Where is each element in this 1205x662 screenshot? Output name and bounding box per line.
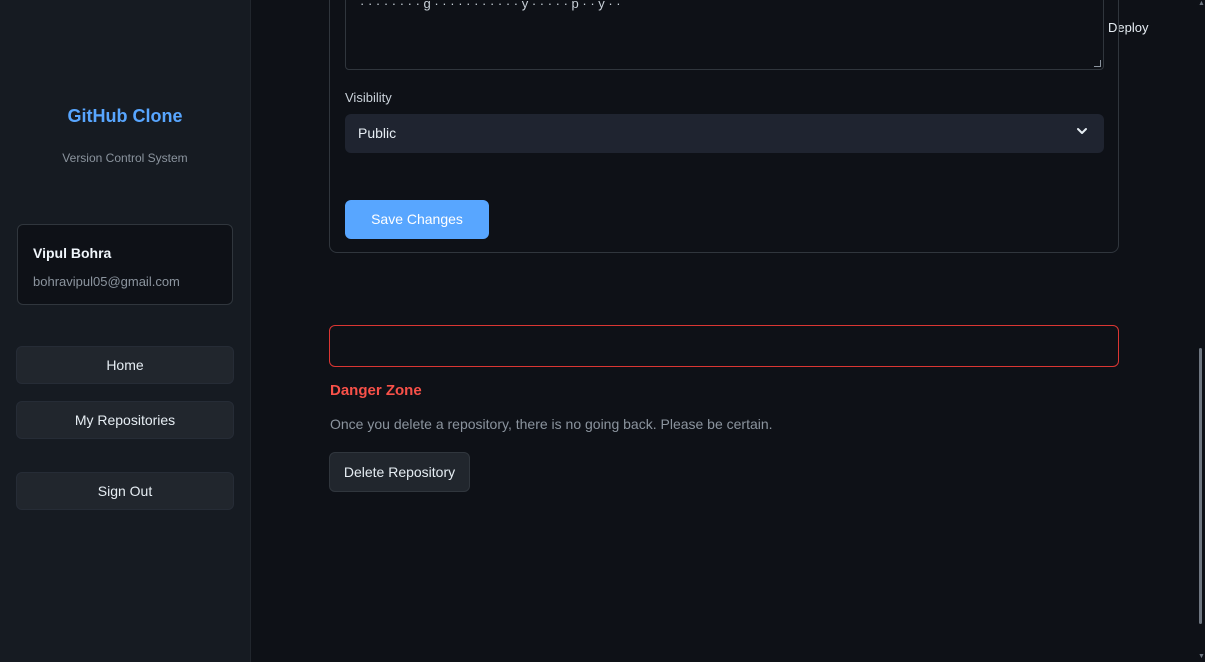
visibility-label: Visibility: [345, 90, 392, 105]
description-textarea[interactable]: · · · · · · · · g · · · · · · · · · · · …: [345, 0, 1104, 70]
danger-zone-title: Danger Zone: [330, 382, 422, 399]
sidebar: GitHub Clone Version Control System Vipu…: [0, 0, 251, 662]
visibility-selected-value: Public: [358, 125, 397, 141]
delete-repository-button[interactable]: Delete Repository: [329, 452, 470, 492]
user-email: bohravipul05@gmail.com: [33, 274, 180, 289]
app-title: GitHub Clone: [67, 106, 183, 126]
scrollbar-thumb[interactable]: [1199, 348, 1202, 624]
visibility-select[interactable]: Public: [345, 114, 1104, 153]
user-name: Vipul Bohra: [33, 245, 112, 261]
scroll-up-arrow-icon[interactable]: ▲: [1198, 0, 1205, 7]
chevron-down-icon: [1077, 128, 1087, 134]
description-text: · · · · · · · · g · · · · · · · · · · · …: [360, 0, 621, 11]
my-repositories-button[interactable]: My Repositories: [16, 401, 234, 439]
sign-out-button[interactable]: Sign Out: [16, 472, 234, 510]
danger-zone-border: [329, 325, 1119, 367]
save-changes-button[interactable]: Save Changes: [345, 200, 489, 239]
scroll-down-arrow-icon[interactable]: ▼: [1198, 653, 1205, 660]
user-card: Vipul Bohra bohravipul05@gmail.com: [17, 224, 233, 305]
resize-handle-icon[interactable]: [1094, 60, 1101, 67]
danger-zone-warning: Once you delete a repository, there is n…: [330, 416, 773, 432]
home-button[interactable]: Home: [16, 346, 234, 384]
app-subtitle: Version Control System: [62, 151, 188, 165]
repository-settings-form: · · · · · · · · g · · · · · · · · · · · …: [329, 0, 1119, 253]
